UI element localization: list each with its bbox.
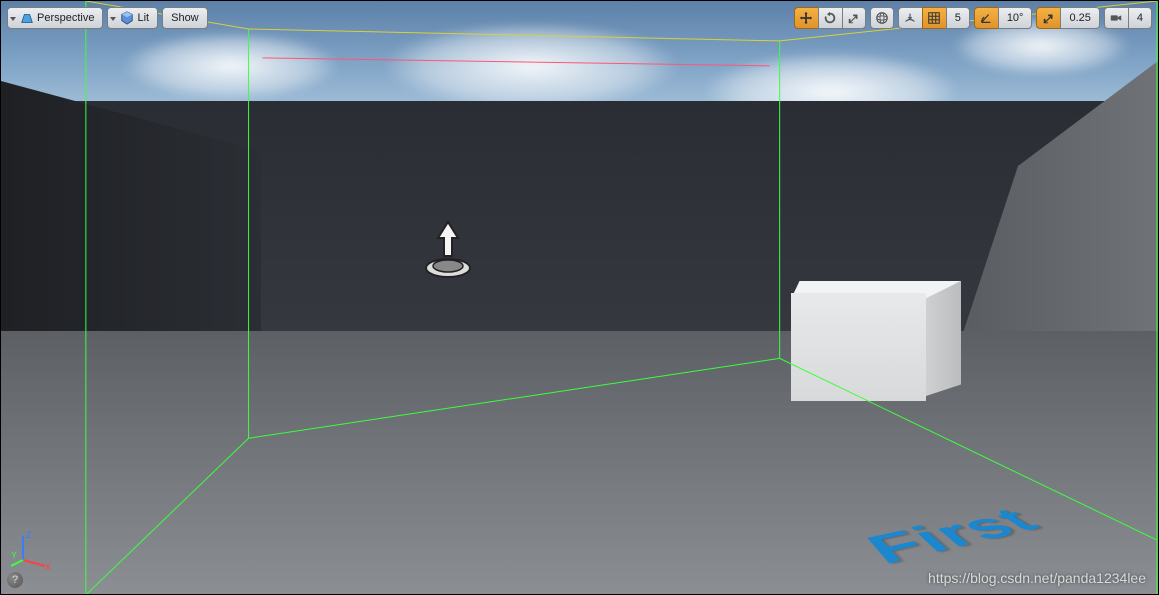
show-label: Show — [171, 12, 199, 24]
viewport-toolbar-right: 5 10° 0.25 4 — [794, 7, 1152, 29]
svg-text:Z: Z — [26, 530, 32, 540]
rotation-snap-value-dropdown[interactable]: 10° — [998, 7, 1033, 29]
scene-3d[interactable]: First — [1, 1, 1158, 594]
rotate-tool-button[interactable] — [818, 7, 842, 29]
grid-snap-toggle[interactable] — [922, 7, 946, 29]
surface-snap-icon — [903, 11, 917, 25]
camera-speed-value-dropdown[interactable]: 4 — [1128, 7, 1152, 29]
chevron-down-icon — [10, 17, 16, 21]
perspective-icon — [20, 11, 34, 25]
cube-mesh[interactable] — [791, 281, 961, 401]
grid-snap-group: 5 — [898, 7, 970, 29]
svg-text:X: X — [45, 562, 51, 572]
axis-gizmo: Z X Y — [11, 528, 55, 572]
transform-tool-group — [794, 7, 866, 29]
scale-snap-icon — [1042, 11, 1056, 25]
rotation-snap-toggle[interactable] — [974, 7, 998, 29]
rotation-snap-group: 10° — [974, 7, 1033, 29]
watermark-text: https://blog.csdn.net/panda1234lee — [928, 570, 1146, 586]
camera-icon — [1109, 11, 1123, 25]
player-start-glyph — [416, 216, 480, 280]
lit-dropdown[interactable]: Lit — [107, 7, 158, 29]
player-start-actor-icon[interactable] — [416, 216, 480, 280]
scale-tool-button[interactable] — [842, 7, 866, 29]
globe-icon — [875, 11, 889, 25]
svg-text:Y: Y — [11, 550, 17, 560]
surface-snap-toggle[interactable] — [898, 7, 922, 29]
editor-viewport[interactable]: First — [0, 0, 1159, 595]
move-icon — [799, 11, 813, 25]
camera-speed-group: 4 — [1104, 7, 1152, 29]
angle-icon — [979, 11, 993, 25]
cube-lit-icon — [120, 11, 134, 25]
rotation-snap-value: 10° — [1007, 12, 1024, 24]
camera-speed-button[interactable] — [1104, 7, 1128, 29]
coordinate-space-toggle[interactable] — [870, 7, 894, 29]
perspective-label: Perspective — [37, 12, 94, 24]
translate-tool-button[interactable] — [794, 7, 818, 29]
grid-snap-value: 5 — [955, 12, 961, 24]
perspective-dropdown[interactable]: Perspective — [7, 7, 103, 29]
grid-snap-value-dropdown[interactable]: 5 — [946, 7, 970, 29]
viewport-toolbar-left: Perspective Lit Show — [7, 7, 208, 29]
camera-speed-value: 4 — [1137, 12, 1143, 24]
floor — [1, 331, 1158, 594]
scale-icon — [847, 11, 861, 25]
chevron-down-icon — [110, 17, 116, 21]
scale-snap-value: 0.25 — [1069, 12, 1090, 24]
scale-snap-value-dropdown[interactable]: 0.25 — [1060, 7, 1099, 29]
show-dropdown[interactable]: Show — [162, 7, 208, 29]
grid-icon — [927, 11, 941, 25]
scale-snap-toggle[interactable] — [1036, 7, 1060, 29]
help-icon[interactable]: ? — [7, 572, 23, 588]
rotate-icon — [823, 11, 837, 25]
scale-snap-group: 0.25 — [1036, 7, 1099, 29]
lit-label: Lit — [137, 12, 149, 24]
